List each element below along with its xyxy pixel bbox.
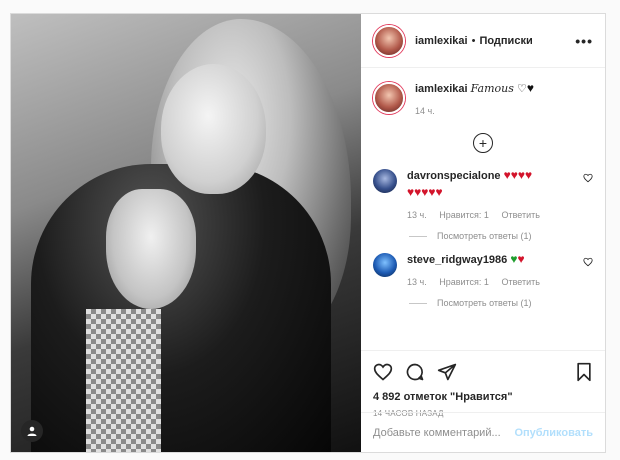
photo-face xyxy=(161,64,266,194)
like-heart-icon[interactable] xyxy=(373,362,393,382)
photo-shirt xyxy=(86,309,161,452)
avatar[interactable] xyxy=(373,82,405,114)
white-heart-icon: ♡ xyxy=(516,83,527,95)
replies-divider xyxy=(409,235,427,237)
likes-count[interactable]: 4 892 отметок "Нравится" xyxy=(373,391,593,403)
view-replies-label: Посмотреть ответы (1) xyxy=(437,298,532,308)
plus-icon: + xyxy=(478,135,488,151)
comment-hearts: ♥♥♥♥ xyxy=(503,168,533,182)
author-username[interactable]: iamlexikai xyxy=(415,35,468,47)
comment-icon[interactable] xyxy=(405,362,425,382)
post-photo[interactable] xyxy=(11,14,361,452)
more-options-icon[interactable]: ••• xyxy=(575,33,593,49)
heart-icon[interactable] xyxy=(583,173,593,183)
caption-time[interactable]: 14 ч. xyxy=(415,106,435,116)
avatar[interactable] xyxy=(373,169,397,193)
comment: davronspecialone ♥♥♥♥ ♥♥♥♥♥ 13 ч. Нравит… xyxy=(373,167,593,241)
user-icon xyxy=(27,426,37,436)
comment-input[interactable]: Добавьте комментарий... xyxy=(373,427,501,439)
caption-username[interactable]: iamlexikai xyxy=(415,83,468,95)
separator-dot: • xyxy=(471,34,476,47)
comment-hearts: ♥♥♥♥♥ xyxy=(407,185,443,199)
following-button[interactable]: Подписки xyxy=(479,35,532,47)
bookmark-icon[interactable] xyxy=(575,362,593,382)
avatar[interactable] xyxy=(373,24,405,57)
caption: iamlexikai Famous ♡♥ 14 ч. xyxy=(373,80,593,119)
tagged-users-button[interactable] xyxy=(21,420,43,442)
red-heart-icon: ♥ xyxy=(517,252,525,266)
black-heart-icon: ♥ xyxy=(526,81,534,95)
post-header: iamlexikai • Подписки ••• xyxy=(361,14,605,68)
view-replies-button[interactable]: Посмотреть ответы (1) xyxy=(409,298,593,308)
photo-skin xyxy=(106,189,196,309)
view-replies-button[interactable]: Посмотреть ответы (1) xyxy=(409,231,593,241)
comment: steve_ridgway1986 ♥♥ 13 ч. Нравится: 1 О… xyxy=(373,251,593,308)
comment-username[interactable]: steve_ridgway1986 xyxy=(407,254,507,266)
view-replies-label: Посмотреть ответы (1) xyxy=(437,231,532,241)
post-sidebar: iamlexikai • Подписки ••• iamlexikai Fam… xyxy=(361,14,605,452)
add-comment-bar: Добавьте комментарий... Опубликовать xyxy=(361,412,605,452)
caption-text: Famous xyxy=(470,82,514,95)
post-actions: 4 892 отметок "Нравится" 14 ЧАСОВ НАЗАД xyxy=(361,350,605,418)
replies-divider xyxy=(409,302,427,304)
heart-icon[interactable] xyxy=(583,257,593,267)
comment-likes[interactable]: Нравится: 1 xyxy=(439,210,489,220)
comment-likes[interactable]: Нравится: 1 xyxy=(439,277,489,287)
comment-time[interactable]: 13 ч. xyxy=(407,277,427,287)
avatar[interactable] xyxy=(373,253,397,277)
reply-button[interactable]: Ответить xyxy=(501,210,539,220)
load-more-comments-button[interactable]: + xyxy=(473,133,493,153)
comment-time[interactable]: 13 ч. xyxy=(407,210,427,220)
reply-button[interactable]: Ответить xyxy=(501,277,539,287)
comment-username[interactable]: davronspecialone xyxy=(407,170,501,182)
share-icon[interactable] xyxy=(437,362,457,382)
comments-list: iamlexikai Famous ♡♥ 14 ч. + davronspeci… xyxy=(361,68,605,350)
post-card: iamlexikai • Подписки ••• iamlexikai Fam… xyxy=(10,13,606,453)
publish-button[interactable]: Опубликовать xyxy=(514,427,593,439)
